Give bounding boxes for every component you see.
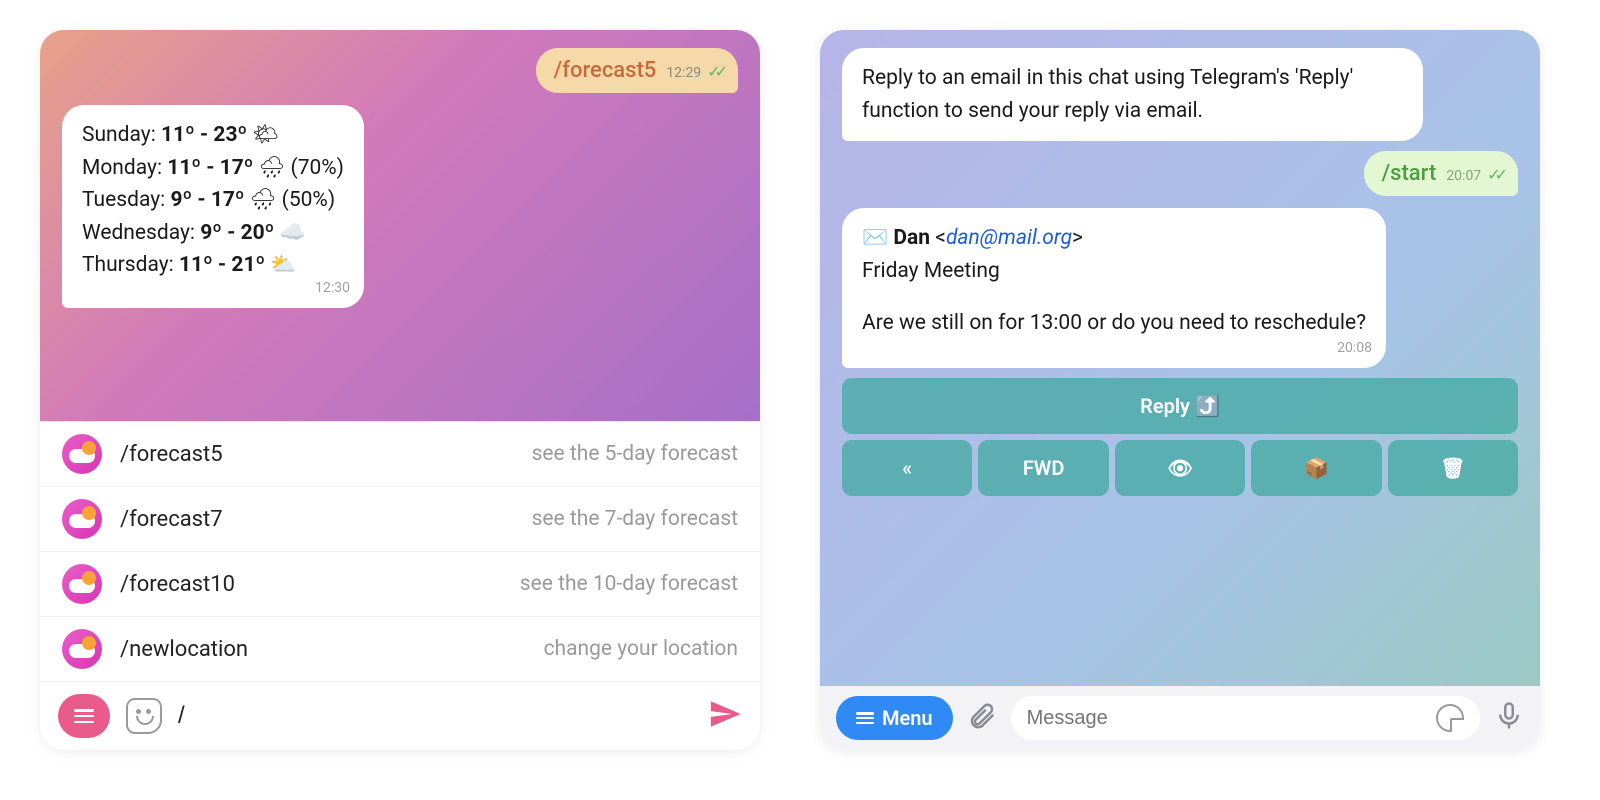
intro-message[interactable]: Reply to an email in this chat using Tel…	[842, 48, 1423, 141]
voice-button[interactable]	[1494, 701, 1524, 735]
intro-text: Reply to an email in this chat using Tel…	[862, 66, 1353, 123]
sticker-icon[interactable]	[126, 698, 162, 734]
message-input-wrap	[1011, 696, 1480, 740]
read-checks-icon: ✓✓	[1487, 165, 1502, 184]
menu-label: Menu	[882, 706, 933, 730]
forecast-temps: 11º - 21º	[179, 253, 265, 277]
menu-button[interactable]: Menu	[836, 696, 953, 740]
command-name: /forecast10	[120, 572, 235, 597]
action-button[interactable]: FWD	[978, 440, 1108, 496]
cloud-sun-icon	[70, 575, 94, 593]
forecast-row: Tuesday: 9º - 17º 🌧 (50%)	[82, 184, 344, 217]
outgoing-start-time: 20:07	[1446, 168, 1481, 184]
chat-area-left: /forecast5 12:29 ✓✓ Sunday: 11º - 23º 🌤M…	[40, 30, 760, 421]
email-bot-panel: Reply to an email in this chat using Tel…	[820, 30, 1540, 750]
outgoing-message[interactable]: /forecast5 12:29 ✓✓	[536, 48, 738, 93]
email-body: Are we still on for 13:00 or do you need…	[862, 307, 1366, 340]
hamburger-icon	[856, 712, 874, 724]
email-message[interactable]: ✉️ Dan <dan@mail.org> Friday Meeting Are…	[842, 208, 1386, 368]
bot-avatar	[62, 499, 102, 539]
email-from-line: ✉️ Dan <dan@mail.org>	[862, 222, 1366, 255]
command-description: see the 10-day forecast	[520, 572, 738, 596]
command-suggestion[interactable]: /newlocation change your location	[40, 617, 760, 681]
message-input[interactable]	[178, 702, 692, 730]
forecast-extra: (50%)	[282, 188, 335, 212]
paperclip-icon	[967, 701, 997, 731]
weather-icon: ☁️	[280, 221, 306, 245]
command-name: /forecast7	[120, 507, 223, 532]
forecast-day: Wednesday:	[82, 221, 200, 245]
email-from-name: Dan	[893, 226, 930, 250]
cloud-sun-icon	[70, 510, 94, 528]
attach-button[interactable]	[967, 701, 997, 735]
forecast-temps: 11º - 23º	[161, 123, 247, 147]
envelope-icon: ✉️	[862, 226, 888, 250]
bot-avatar	[62, 564, 102, 604]
command-description: change your location	[544, 637, 738, 661]
forecast-extra: (70%)	[291, 156, 344, 180]
forecast-row: Monday: 11º - 17º 🌧 (70%)	[82, 152, 344, 185]
forecast-row: Thursday: 11º - 21º ⛅	[82, 249, 344, 282]
outgoing-start[interactable]: /start 20:07 ✓✓	[1364, 151, 1518, 196]
send-button[interactable]	[708, 697, 742, 735]
command-suggestions: /forecast5 see the 5-day forecast/forecas…	[40, 421, 760, 681]
action-button[interactable]: 👁	[1115, 440, 1245, 496]
action-button[interactable]: «	[842, 440, 972, 496]
cloud-sun-icon	[70, 445, 94, 463]
outgoing-command-text: /forecast5	[554, 58, 657, 83]
command-name: /newlocation	[120, 637, 248, 662]
weather-icon: 🌧	[259, 156, 286, 180]
message-input[interactable]	[1027, 707, 1426, 730]
forecast-time: 12:30	[315, 278, 350, 300]
outgoing-start-text: /start	[1382, 161, 1437, 186]
weather-icon: 🌤	[252, 123, 279, 147]
forecast-row: Wednesday: 9º - 20º ☁️	[82, 217, 344, 250]
chat-area-right: Reply to an email in this chat using Tel…	[820, 30, 1540, 686]
command-description: see the 7-day forecast	[532, 507, 738, 531]
outgoing-time: 12:29	[666, 65, 701, 81]
forecast-day: Thursday:	[82, 253, 179, 277]
bot-avatar	[62, 434, 102, 474]
forecast-row: Sunday: 11º - 23º 🌤	[82, 119, 344, 152]
menu-button[interactable]	[58, 694, 110, 738]
command-suggestion[interactable]: /forecast5 see the 5-day forecast	[40, 422, 760, 487]
input-bar-right: Menu	[820, 686, 1540, 750]
command-suggestion[interactable]: /forecast10 see the 10-day forecast	[40, 552, 760, 617]
command-description: see the 5-day forecast	[532, 442, 738, 466]
action-button[interactable]: 🗑	[1388, 440, 1518, 496]
bot-avatar	[62, 629, 102, 669]
command-name: /forecast5	[120, 442, 223, 467]
weather-icon: 🌧	[250, 188, 277, 212]
inline-keyboard: Reply ⤴️ «FWD👁📦🗑	[842, 378, 1518, 516]
forecast-temps: 9º - 20º	[200, 221, 274, 245]
reply-button[interactable]: Reply ⤴️	[842, 378, 1518, 434]
email-time: 20:08	[1337, 338, 1372, 360]
hamburger-icon	[74, 709, 94, 723]
email-from-address[interactable]: dan@mail.org	[946, 226, 1072, 250]
forecast-temps: 9º - 17º	[170, 188, 244, 212]
command-suggestion[interactable]: /forecast7 see the 7-day forecast	[40, 487, 760, 552]
weather-icon: ⛅	[270, 253, 296, 277]
weather-bot-panel: /forecast5 12:29 ✓✓ Sunday: 11º - 23º 🌤M…	[40, 30, 760, 750]
sticker-icon[interactable]	[1436, 704, 1464, 732]
mic-icon	[1494, 701, 1524, 731]
forecast-temps: 11º - 17º	[167, 156, 253, 180]
email-subject: Friday Meeting	[862, 255, 1366, 288]
forecast-day: Tuesday:	[82, 188, 170, 212]
forecast-day: Monday:	[82, 156, 167, 180]
action-button[interactable]: 📦	[1251, 440, 1381, 496]
read-checks-icon: ✓✓	[707, 62, 722, 81]
cloud-sun-icon	[70, 640, 94, 658]
forecast-day: Sunday:	[82, 123, 161, 147]
input-bar-left	[40, 681, 760, 750]
forecast-message[interactable]: Sunday: 11º - 23º 🌤Monday: 11º - 17º 🌧 (…	[62, 105, 364, 308]
send-icon	[708, 697, 742, 731]
